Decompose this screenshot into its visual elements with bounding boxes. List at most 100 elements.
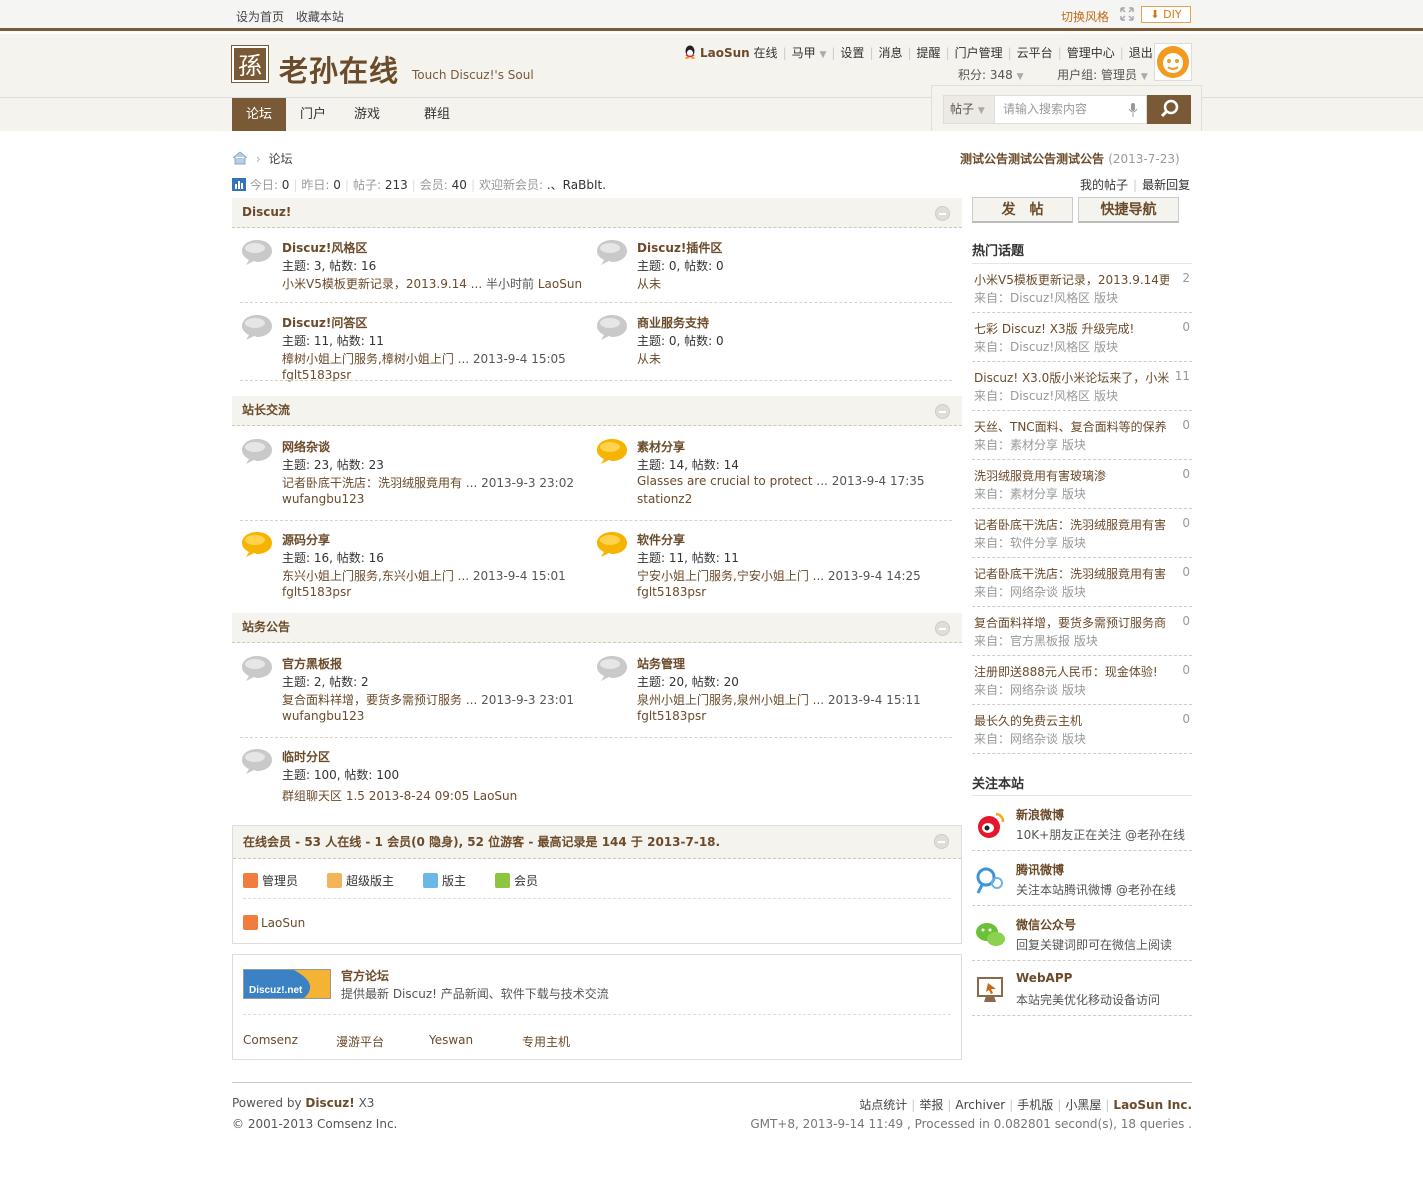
forum-name[interactable]: 源码分享 [282,531,330,548]
discuz-link[interactable]: Discuz! [305,1096,354,1110]
category-title[interactable]: 站长交流 [242,403,290,417]
follow-item[interactable]: 微信公众号 回复关键词即可在微信上阅读 [972,906,1192,961]
hot-topic-item[interactable]: Discuz! X3.0版小米论坛来了，小米 11 来自：Discuz!风格区 版块 [972,362,1192,411]
online-title-text[interactable]: 在线会员 - 53 人在线 - 1 会员(0 隐身), 52 位游客 - 最高记… [243,835,720,849]
usernav-messages[interactable]: 消息 [878,46,902,60]
webapp-icon[interactable] [974,973,1006,1005]
forum-item[interactable]: 站务管理 主题: 20, 帖数: 20 泉州小姐上门服务,泉州小姐上门 ... 20… [587,652,921,723]
follow-name[interactable]: 新浪微博 [1016,806,1064,823]
last-post-user[interactable]: fglt5183psr [637,709,706,723]
new-post-button[interactable]: 发 帖 [972,197,1073,223]
nav-portal[interactable]: 门户 [286,98,340,131]
forum-item[interactable]: 商业服务支持 主题: 0, 帖数: 0 从未 [587,311,917,381]
points-menu[interactable]: 积分: 348 [958,68,1013,82]
home-icon[interactable] [232,151,248,165]
follow-item[interactable]: 新浪微博 10K+朋友正在关注 @老孙在线 [972,796,1192,851]
online-user[interactable]: LaoSun [243,915,305,930]
forum-name[interactable]: Discuz!风格区 [282,239,367,256]
last-post-link[interactable]: 从未 [637,352,661,366]
search-input[interactable]: 请输入搜索内容 [995,95,1147,124]
forum-item[interactable]: 临时分区 主题: 100, 帖数: 100 群组聊天区 1.5 2013-8-24 … [232,745,562,815]
usernav-vest[interactable]: 马甲 [792,46,816,60]
last-post-user[interactable]: fglt5183psr [637,585,706,599]
category-header[interactable]: 站务公告 [232,613,962,643]
forum-item[interactable]: 素材分享 主题: 14, 帖数: 14 Glasses are crucial to… [587,435,925,506]
last-post-user[interactable]: wufangbu123 [282,492,364,506]
footer-company-link[interactable]: LaoSun Inc. [1113,1098,1192,1112]
forum-bubble-icon[interactable] [595,530,629,558]
hot-topic-title[interactable]: 七彩 Discuz! X3版 升级完成! [974,320,1169,337]
last-post-link[interactable]: 东兴小姐上门服务,东兴小姐上门 ... [282,569,469,583]
logo-icon[interactable]: 孫 [231,45,269,83]
last-post-link[interactable]: Glasses are crucial to protect ... [637,474,828,488]
hot-topic-title[interactable]: 记者卧底干洗店：洗羽绒服竟用有害 [974,565,1169,582]
discuz-logo-icon[interactable]: Discuz!.net [243,969,331,999]
usernav-logout[interactable]: 退出 [1129,46,1153,60]
microphone-icon[interactable] [1128,103,1138,117]
friend-link[interactable]: 专用主机 [522,1033,570,1050]
nav-forum[interactable]: 论坛 [232,98,286,131]
last-post-link[interactable]: 小米V5模板更新记录，2013.9.14 ... [282,277,482,291]
usernav-admincp[interactable]: 管理中心 [1067,46,1115,60]
forum-name[interactable]: 官方黑板报 [282,655,342,672]
my-posts-link[interactable]: 我的帖子 [1080,178,1128,192]
follow-name[interactable]: 微信公众号 [1016,916,1076,933]
search-button[interactable] [1147,95,1191,124]
friend-link[interactable]: 漫游平台 [336,1033,384,1050]
last-post-user[interactable]: fglt5183psr [282,585,351,599]
hot-topic-forum[interactable]: 来自：Discuz!风格区 [974,389,1090,403]
username-link[interactable]: LaoSun [700,46,750,60]
hot-topic-forum[interactable]: 来自：素材分享 [974,487,1058,501]
last-post-user[interactable]: LaoSun [469,789,517,803]
usernav-cloud[interactable]: 云平台 [1017,46,1053,60]
forum-bubble-icon[interactable] [240,437,274,465]
hot-topic-title[interactable]: Discuz! X3.0版小米论坛来了，小米 [974,369,1169,386]
follow-name[interactable]: 腾讯微博 [1016,861,1064,878]
hot-topic-item[interactable]: 复合面料祥增，要货多需预订服务商 0 来自：官方黑板报 版块 [972,607,1192,656]
category-title[interactable]: Discuz! [242,205,291,219]
forum-bubble-icon[interactable] [240,530,274,558]
usernav-notice[interactable]: 提醒 [917,46,941,60]
forum-name[interactable]: 商业服务支持 [637,314,709,331]
forum-bubble-icon[interactable] [240,747,274,775]
tencent-weibo-icon[interactable] [974,863,1006,895]
forum-item[interactable]: Discuz!风格区 主题: 3, 帖数: 16 小米V5模板更新记录，2013.9… [232,236,582,306]
usernav-portal-admin[interactable]: 门户管理 [955,46,1003,60]
collapse-icon[interactable] [934,834,949,849]
category-header[interactable]: 站长交流 [232,396,962,426]
hot-topic-forum[interactable]: 来自：Discuz!风格区 [974,340,1090,354]
hot-topic-item[interactable]: 小米V5模板更新记录，2013.9.14更 2 来自：Discuz!风格区 版块 [972,264,1192,313]
hot-topic-forum[interactable]: 来自：软件分享 [974,536,1058,550]
hot-topic-title[interactable]: 小米V5模板更新记录，2013.9.14更 [974,271,1169,288]
usernav-settings[interactable]: 设置 [840,46,864,60]
online-user-name[interactable]: LaoSun [261,916,305,930]
forum-name[interactable]: 软件分享 [637,531,685,548]
friend-link[interactable]: Yeswan [429,1033,473,1047]
nav-games[interactable]: 游戏 [340,98,394,131]
collapse-icon[interactable] [935,404,950,419]
forum-bubble-icon[interactable] [595,654,629,682]
footer-link-report[interactable]: 举报 [919,1098,943,1112]
forum-name[interactable]: Discuz!问答区 [282,314,367,331]
last-post-user[interactable]: LaoSun [538,277,582,291]
last-post-link[interactable]: 宁安小姐上门服务,宁安小姐上门 ... [637,569,824,583]
hot-topic-forum[interactable]: 来自：网络杂谈 [974,732,1058,746]
latest-replies-link[interactable]: 最新回复 [1142,178,1190,192]
friend-link[interactable]: Comsenz [243,1033,298,1047]
hot-topic-item[interactable]: 记者卧底干洗店：洗羽绒服竟用有害 0 来自：软件分享 版块 [972,509,1192,558]
collapse-icon[interactable] [935,621,950,636]
hot-topic-item[interactable]: 记者卧底干洗店：洗羽绒服竟用有害 0 来自：网络杂谈 版块 [972,558,1192,607]
forum-bubble-icon[interactable] [595,437,629,465]
weibo-icon[interactable] [974,808,1006,840]
hot-topic-forum[interactable]: 来自：网络杂谈 [974,585,1058,599]
diy-button[interactable]: ⬇ DIY [1141,6,1191,23]
last-post-link[interactable]: 泉州小姐上门服务,泉州小姐上门 ... [637,693,824,707]
forum-name[interactable]: Discuz!插件区 [637,239,722,256]
hot-topic-item[interactable]: 最长久的免费云主机 0 来自：网络杂谈 版块 [972,705,1192,754]
forum-name[interactable]: 网络杂谈 [282,438,330,455]
last-post-user[interactable]: stationz2 [637,492,692,506]
forum-item[interactable]: Discuz!插件区 主题: 0, 帖数: 0 从未 [587,236,917,306]
forum-bubble-icon[interactable] [240,654,274,682]
footer-link-archiver[interactable]: Archiver [955,1098,1005,1112]
hot-topic-title[interactable]: 复合面料祥增，要货多需预订服务商 [974,614,1169,631]
